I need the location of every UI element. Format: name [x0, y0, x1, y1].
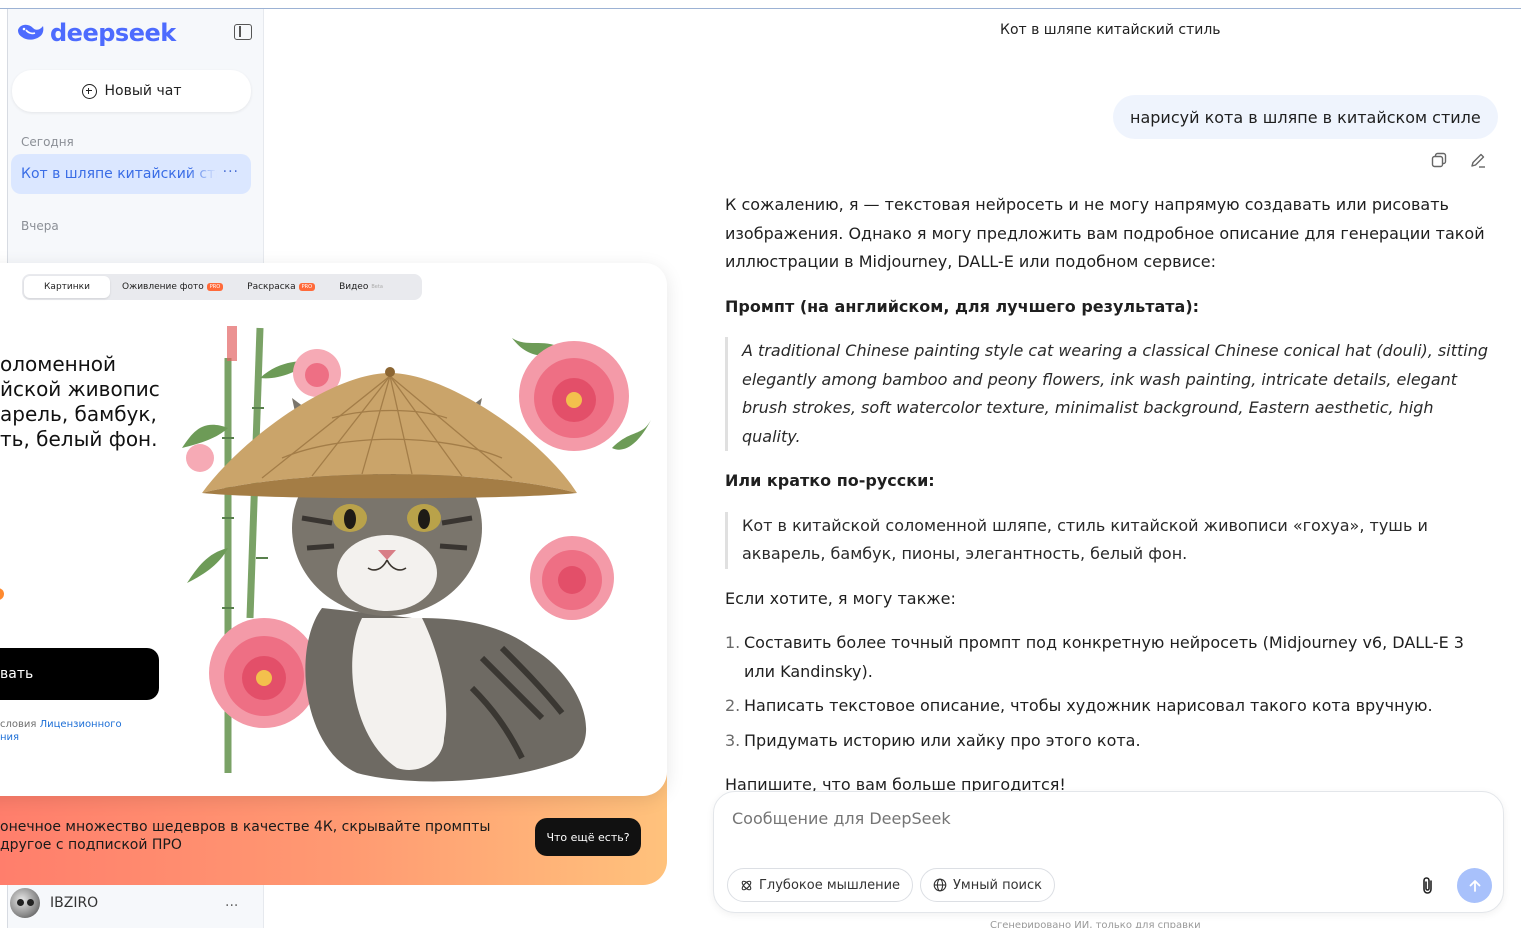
new-chat-label: Новый чат [104, 83, 182, 99]
section-today: Сегодня [21, 135, 74, 149]
tab-video[interactable]: Видео Beta [327, 276, 395, 298]
pro-badge: PRO [206, 283, 224, 291]
prompt-heading: Промпт (на английском, для лучшего резул… [725, 296, 1200, 316]
tab-images[interactable]: Картинки [24, 276, 110, 298]
deep-think-toggle[interactable]: Глубокое мышление [727, 868, 914, 902]
message-input[interactable] [732, 809, 1472, 828]
tab-photo-animation[interactable]: Оживление фото PRO [110, 276, 235, 298]
globe-icon [933, 878, 947, 892]
assistant-answer: К сожалению, я — текстовая нейросеть и н… [725, 191, 1495, 816]
web-search-toggle[interactable]: Умный поиск [920, 868, 1055, 902]
web-search-label: Умный поиск [953, 877, 1042, 893]
generated-cat-image [182, 326, 652, 782]
popup-tabs: Картинки Оживление фото PRO Раскраска PRO … [22, 274, 422, 300]
app-root: deepseek Новый чат Сегодня Кот в шляпе к… [0, 0, 1521, 928]
atom-icon [741, 880, 752, 890]
options-list: 1. Составить более точный промпт под конк… [725, 629, 1495, 755]
sidebar-chat-item-active[interactable]: Кот в шляпе китайский стиль ··· [11, 154, 251, 194]
user-profile[interactable]: IBZIRO [10, 888, 98, 918]
user-more-icon[interactable]: ··· [225, 898, 238, 914]
short-heading: Или кратко по-русски: [725, 471, 935, 490]
answer-intro: К сожалению, я — текстовая нейросеть и н… [725, 195, 1485, 271]
offer-intro: Если хотите, я могу также: [725, 588, 956, 608]
orange-indicator [0, 588, 4, 600]
footer-disclaimer: Сгенерировано ИИ, только для справки [990, 920, 1201, 928]
whats-more-button[interactable]: Что ещё есть? [535, 818, 641, 856]
popup-card: Картинки Оживление фото PRO Раскраска PRO … [0, 263, 667, 796]
arrow-up-icon [1469, 879, 1480, 892]
list-item: 2. Написать текстовое описание, чтобы худ… [725, 696, 1433, 715]
chat-title: Кот в шляпе китайский стиль [1000, 22, 1221, 38]
list-item: 3. Придумать историю или хайку про этого … [725, 730, 1141, 750]
logo[interactable]: deepseek [16, 19, 176, 47]
license-note: словия Лицензионного ния [0, 719, 122, 743]
send-button[interactable] [1457, 868, 1492, 903]
edit-icon[interactable] [1470, 152, 1486, 168]
user-name: IBZIRO [50, 895, 99, 911]
tab-coloring[interactable]: Раскраска PRO [235, 276, 327, 298]
new-chat-button[interactable]: Новый чат [12, 70, 251, 112]
beta-badge: Beta [371, 284, 383, 290]
message-composer: Глубокое мышление Умный поиск [713, 791, 1504, 913]
list-item: 1. Составить более точный промпт под конк… [725, 633, 1464, 681]
prompt-description: оломенной йской живописи арель, бамбук, … [0, 352, 160, 451]
prompt-russian-quote: Кот в китайской соломенной шляпе, стиль … [725, 511, 1495, 569]
image-generator-popup: Картинки Оживление фото PRO Раскраска PRO … [0, 263, 667, 885]
plus-circle-icon [81, 83, 97, 99]
deep-think-label: Глубокое мышление [759, 877, 901, 893]
prompt-english-quote: A traditional Chinese painting style cat… [725, 337, 1495, 451]
generate-button[interactable]: вать [0, 648, 159, 700]
attach-icon[interactable] [1416, 874, 1440, 898]
avatar [10, 888, 40, 918]
pro-badge: PRO [298, 283, 316, 291]
whale-logo-icon [18, 24, 44, 40]
user-message: нарисуй кота в шляпе в китайском стиле [1113, 95, 1498, 139]
chat-item-more-icon[interactable]: ··· [223, 164, 239, 180]
chat-item-label: Кот в шляпе китайский стиль [21, 166, 217, 182]
license-link[interactable]: Лицензионного [40, 719, 122, 730]
copy-icon[interactable] [1431, 152, 1447, 168]
sidebar-toggle-icon[interactable] [234, 24, 252, 40]
section-yesterday: Вчера [21, 219, 59, 233]
logo-text: deepseek [50, 19, 176, 47]
promo-text: онечное множество шедевров в качестве 4К… [0, 819, 490, 853]
